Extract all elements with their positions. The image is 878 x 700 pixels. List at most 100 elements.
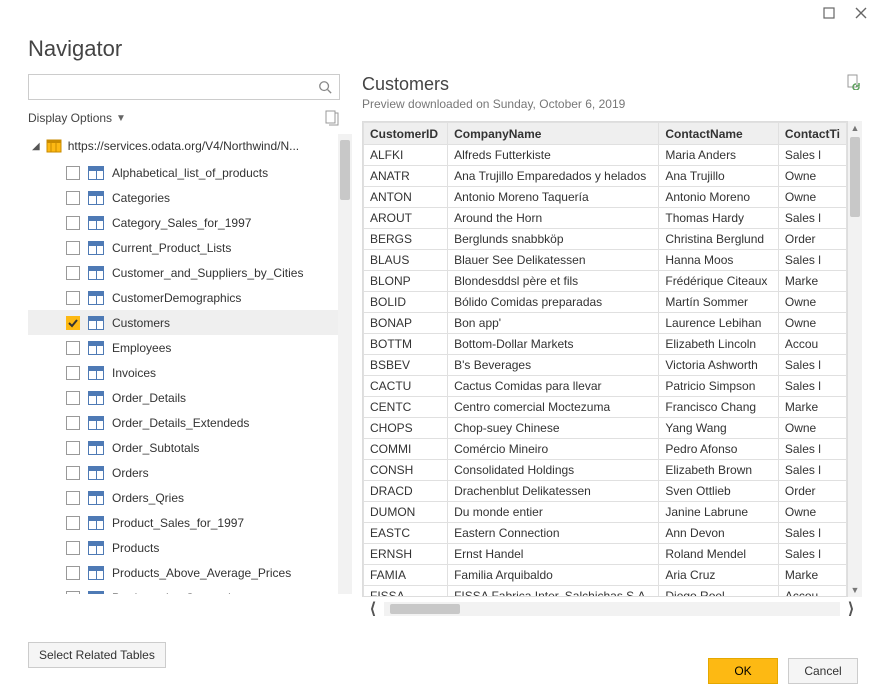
table-row[interactable]: CACTUCactus Comidas para llevarPatricio …: [364, 376, 847, 397]
checkbox[interactable]: [66, 416, 80, 430]
tree-item[interactable]: Customers: [28, 310, 338, 335]
table-row[interactable]: BONAPBon app'Laurence LebihanOwne: [364, 313, 847, 334]
tree-item[interactable]: Order_Details: [28, 385, 338, 410]
tree-item[interactable]: Categories: [28, 185, 338, 210]
column-header[interactable]: ContactTi: [778, 123, 846, 145]
preview-refresh-icon[interactable]: [846, 74, 862, 90]
table-row[interactable]: BOLIDBólido Comidas preparadasMartín Som…: [364, 292, 847, 313]
table-row[interactable]: BSBEVB's BeveragesVictoria AshworthSales…: [364, 355, 847, 376]
tree-item[interactable]: Product_Sales_for_1997: [28, 510, 338, 535]
checkbox[interactable]: [66, 491, 80, 505]
tree-item[interactable]: Orders_Qries: [28, 485, 338, 510]
table-row[interactable]: FISSAFISSA Fabrica Inter. Salchichas S.A…: [364, 586, 847, 598]
table-icon: [88, 266, 104, 280]
checkbox[interactable]: [66, 266, 80, 280]
checkbox[interactable]: [66, 541, 80, 555]
scroll-down-icon[interactable]: ▼: [848, 583, 862, 597]
tree-item[interactable]: Customer_and_Suppliers_by_Cities: [28, 260, 338, 285]
close-button[interactable]: [852, 4, 870, 22]
table-cell: Eastern Connection: [448, 523, 659, 544]
navigator-dialog: Navigator Display Options ▼: [0, 0, 878, 700]
table-icon: [88, 341, 104, 355]
cancel-button[interactable]: Cancel: [788, 658, 858, 684]
table-cell: B's Beverages: [448, 355, 659, 376]
scrollbar-thumb[interactable]: [340, 140, 350, 200]
search-icon[interactable]: [311, 75, 339, 99]
checkbox[interactable]: [66, 366, 80, 380]
column-header[interactable]: CustomerID: [364, 123, 448, 145]
select-related-tables-button[interactable]: Select Related Tables: [28, 642, 166, 668]
table-row[interactable]: ALFKIAlfreds FutterkisteMaria AndersSale…: [364, 145, 847, 166]
checkbox[interactable]: [66, 341, 80, 355]
tree-item[interactable]: Products_Above_Average_Prices: [28, 560, 338, 585]
tree-item[interactable]: Orders: [28, 460, 338, 485]
scroll-left-icon[interactable]: ⟨: [362, 599, 384, 616]
table-row[interactable]: ERNSHErnst HandelRoland MendelSales l: [364, 544, 847, 565]
tree-item[interactable]: Alphabetical_list_of_products: [28, 160, 338, 185]
table-row[interactable]: EASTCEastern ConnectionAnn DevonSales l: [364, 523, 847, 544]
table-row[interactable]: DUMONDu monde entierJanine LabruneOwne: [364, 502, 847, 523]
table-cell: Marke: [778, 397, 846, 418]
table-cell: BERGS: [364, 229, 448, 250]
refresh-icon[interactable]: [324, 110, 340, 126]
tree-item[interactable]: Products: [28, 535, 338, 560]
ok-button[interactable]: OK: [708, 658, 778, 684]
tree-item[interactable]: Order_Subtotals: [28, 435, 338, 460]
table-row[interactable]: AROUTAround the HornThomas HardySales l: [364, 208, 847, 229]
checkbox[interactable]: [66, 191, 80, 205]
scrollbar-thumb[interactable]: [390, 604, 460, 614]
column-header[interactable]: ContactName: [659, 123, 779, 145]
table-row[interactable]: BLAUSBlauer See DelikatessenHanna MoosSa…: [364, 250, 847, 271]
checkbox[interactable]: [66, 291, 80, 305]
table-horizontal-scrollbar[interactable]: ⟨ ⟩: [362, 599, 862, 616]
tree-root[interactable]: ◢ https://services.odata.org/V4/Northwin…: [28, 134, 338, 158]
checkbox[interactable]: [66, 516, 80, 530]
checkbox[interactable]: [66, 466, 80, 480]
table-vertical-scrollbar[interactable]: ▲ ▼: [848, 121, 862, 597]
scroll-right-icon[interactable]: ⟩: [840, 599, 862, 616]
checkbox[interactable]: [66, 441, 80, 455]
collapse-icon[interactable]: ◢: [32, 141, 40, 152]
table-cell: Pedro Afonso: [659, 439, 779, 460]
table-row[interactable]: BLONPBlondesddsl père et filsFrédérique …: [364, 271, 847, 292]
checkbox[interactable]: [66, 216, 80, 230]
table-row[interactable]: CHOPSChop-suey ChineseYang WangOwne: [364, 418, 847, 439]
table-row[interactable]: CENTCCentro comercial MoctezumaFrancisco…: [364, 397, 847, 418]
tree-item[interactable]: Invoices: [28, 360, 338, 385]
search-input[interactable]: [29, 75, 311, 99]
scrollbar-thumb[interactable]: [850, 137, 860, 217]
table-row[interactable]: FAMIAFamilia ArquibaldoAria CruzMarke: [364, 565, 847, 586]
tree-item[interactable]: Category_Sales_for_1997: [28, 210, 338, 235]
column-header[interactable]: CompanyName: [448, 123, 659, 145]
tree-scrollbar[interactable]: [338, 134, 352, 594]
tree-item-label: Orders: [112, 466, 149, 480]
table-row[interactable]: ANTONAntonio Moreno TaqueríaAntonio More…: [364, 187, 847, 208]
table-cell: DRACD: [364, 481, 448, 502]
table-row[interactable]: CONSHConsolidated HoldingsElizabeth Brow…: [364, 460, 847, 481]
tree-item[interactable]: Employees: [28, 335, 338, 360]
checkbox[interactable]: [66, 391, 80, 405]
maximize-button[interactable]: [820, 4, 838, 22]
table-row[interactable]: COMMIComércio MineiroPedro AfonsoSales l: [364, 439, 847, 460]
table-cell: Drachenblut Delikatessen: [448, 481, 659, 502]
display-options-dropdown[interactable]: Display Options ▼: [28, 111, 126, 125]
checkbox[interactable]: [66, 566, 80, 580]
checkbox[interactable]: [66, 241, 80, 255]
table-cell: Comércio Mineiro: [448, 439, 659, 460]
tree-item[interactable]: Current_Product_Lists: [28, 235, 338, 260]
table-row[interactable]: BOTTMBottom-Dollar MarketsElizabeth Linc…: [364, 334, 847, 355]
table-cell: Christina Berglund: [659, 229, 779, 250]
table-cell: AROUT: [364, 208, 448, 229]
table-row[interactable]: BERGSBerglunds snabbköpChristina Berglun…: [364, 229, 847, 250]
checkbox[interactable]: [66, 591, 80, 595]
tree-item[interactable]: Order_Details_Extendeds: [28, 410, 338, 435]
table-cell: Martín Sommer: [659, 292, 779, 313]
tree-item[interactable]: CustomerDemographics: [28, 285, 338, 310]
scroll-up-icon[interactable]: ▲: [848, 121, 862, 135]
checkbox[interactable]: [66, 316, 80, 330]
checkbox[interactable]: [66, 166, 80, 180]
tree-item-label: CustomerDemographics: [112, 291, 241, 305]
tree-item[interactable]: Products_by_Categories: [28, 585, 338, 594]
table-row[interactable]: ANATRAna Trujillo Emparedados y heladosA…: [364, 166, 847, 187]
table-row[interactable]: DRACDDrachenblut DelikatessenSven Ottlie…: [364, 481, 847, 502]
